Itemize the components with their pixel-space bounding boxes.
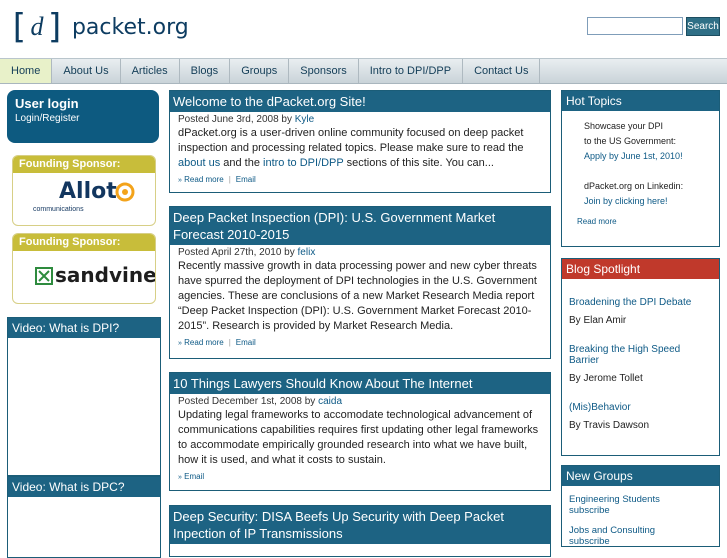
spotlight-author: By Travis Dawson xyxy=(569,420,650,431)
post-title[interactable]: Deep Security: DISA Beefs Up Security wi… xyxy=(170,506,550,544)
post-welcome: Welcome to the dPacket.org Site! Posted … xyxy=(169,90,551,193)
allot-sun-icon xyxy=(115,182,135,202)
post-author-link[interactable]: Kyle xyxy=(295,114,314,125)
email-link[interactable]: Email xyxy=(236,175,256,184)
spotlight-link[interactable]: Broadening the DPI Debate xyxy=(569,297,691,308)
hot-topics-title: Hot Topics xyxy=(562,91,719,111)
spotlight-link[interactable]: (Mis)Behavior xyxy=(569,402,631,413)
post-body-text: dPacket.org is a user-driven online comm… xyxy=(178,127,524,154)
sandvine-mark-icon xyxy=(35,267,53,285)
video-dpc-block: Video: What is DPC? xyxy=(7,476,161,558)
blog-spotlight-title: Blog Spotlight xyxy=(562,259,719,279)
nav-intro[interactable]: Intro to DPI/DPP xyxy=(359,59,464,83)
search-input[interactable] xyxy=(587,17,683,35)
post-date: Posted December 1st, 2008 by xyxy=(178,396,316,407)
post-meta: Posted April 27th, 2010 by felix xyxy=(170,245,550,258)
user-login-title: User login xyxy=(15,96,79,111)
nav-about-us[interactable]: About Us xyxy=(52,59,121,83)
post-title[interactable]: Welcome to the dPacket.org Site! xyxy=(170,91,550,112)
group-link[interactable]: Jobs and Consulting subscribe xyxy=(569,525,679,546)
new-groups-title: New Groups xyxy=(562,466,719,486)
post-meta: Posted December 1st, 2008 by caida xyxy=(170,394,550,407)
hot-topics-text: dPacket.org on Linkedin: xyxy=(584,181,684,191)
read-more-link[interactable]: Read more xyxy=(184,338,224,347)
read-more-link[interactable]: Read more xyxy=(184,175,224,184)
logo-name: packet.org xyxy=(71,14,189,40)
email-link[interactable]: Email xyxy=(184,472,204,481)
video-dpi-title: Video: What is DPI? xyxy=(8,318,160,338)
blog-spotlight-block: Blog Spotlight Broadening the DPI Debate… xyxy=(561,258,720,456)
hot-topics-text: Showcase your DPI xyxy=(584,121,664,131)
spotlight-item: (Mis)Behavior By Travis Dawson xyxy=(562,402,719,431)
post-title[interactable]: 10 Things Lawyers Should Know About The … xyxy=(170,373,550,394)
user-login-block: User login Login/Register xyxy=(7,90,159,143)
hot-topics-text: to the US Government: xyxy=(584,136,677,146)
nav-groups[interactable]: Groups xyxy=(230,59,290,83)
post-body: Updating legal frameworks to accomodate … xyxy=(178,409,539,466)
email-link[interactable]: Email xyxy=(236,338,256,347)
read-more-arrow-icon: » xyxy=(178,177,182,184)
post-body-text: sections of this site. You can... xyxy=(346,157,494,169)
post-links: » Email xyxy=(170,468,550,487)
nav-contact-us[interactable]: Contact Us xyxy=(463,59,541,83)
email-arrow-icon: » xyxy=(178,474,182,481)
login-register-link[interactable]: Login/Register xyxy=(15,113,79,124)
post-links: » Read more | Email xyxy=(178,175,256,184)
nav-blogs[interactable]: Blogs xyxy=(180,59,231,83)
search-button[interactable]: Search xyxy=(686,17,720,36)
nav-home[interactable]: Home xyxy=(0,59,53,83)
hot-topics-content: Showcase your DPI to the US Government: … xyxy=(562,111,719,209)
post-author-link[interactable]: caida xyxy=(318,396,342,407)
allot-logo: Allot communications xyxy=(13,173,155,223)
post-body: Recently massive growth in data processi… xyxy=(178,260,537,332)
group-link[interactable]: Engineering Students subscribe xyxy=(569,494,679,516)
post-lawyers: 10 Things Lawyers Should Know About The … xyxy=(169,372,551,491)
sandvine-logo: sandvine xyxy=(13,251,155,301)
post-links: » Read more | Email xyxy=(178,338,256,347)
sponsor-head: Founding Sponsor: xyxy=(13,156,155,173)
nav-articles[interactable]: Articles xyxy=(121,59,180,83)
hot-topics-block: Hot Topics Showcase your DPI to the US G… xyxy=(561,90,720,247)
logo-bracket-right: ] xyxy=(45,7,66,47)
site-logo[interactable]: [ d ] packet.org xyxy=(8,10,189,44)
allot-brand: Allot xyxy=(59,179,117,204)
video-dpc-title: Video: What is DPC? xyxy=(8,477,160,497)
read-more-arrow-icon: » xyxy=(178,340,182,347)
post-dpi-forecast: Deep Packet Inspection (DPI): U.S. Gover… xyxy=(169,206,551,359)
sponsor-allot[interactable]: Founding Sponsor: Allot communications xyxy=(12,155,156,226)
sandvine-brand: sandvine xyxy=(55,263,156,287)
spotlight-item: Breaking the High Speed Barrier By Jerom… xyxy=(562,344,719,384)
post-date: Posted April 27th, 2010 by xyxy=(178,247,295,258)
post-meta: Posted June 3rd, 2008 by Kyle xyxy=(170,112,550,125)
hot-topics-read-more-link[interactable]: Read more xyxy=(577,217,617,226)
post-body-text: and the xyxy=(223,157,260,169)
apply-link[interactable]: Apply by June 1st, 2010! xyxy=(584,151,683,161)
main-nav: Home About Us Articles Blogs Groups Spon… xyxy=(0,58,727,84)
nav-sponsors[interactable]: Sponsors xyxy=(289,59,359,83)
intro-link[interactable]: intro to DPI/DPP xyxy=(263,157,344,169)
post-date: Posted June 3rd, 2008 by xyxy=(178,114,292,125)
spotlight-item: Broadening the DPI Debate By Elan Amir xyxy=(562,297,719,326)
post-disa: Deep Security: DISA Beefs Up Security wi… xyxy=(169,505,551,557)
post-title[interactable]: Deep Packet Inspection (DPI): U.S. Gover… xyxy=(170,207,550,245)
logo-bracket-left: [ xyxy=(8,7,29,47)
spotlight-link[interactable]: Breaking the High Speed Barrier xyxy=(569,344,680,366)
about-us-link[interactable]: about us xyxy=(178,157,220,169)
site-header: [ d ] packet.org Search xyxy=(0,0,727,58)
new-groups-block: New Groups Engineering Students subscrib… xyxy=(561,465,720,547)
spotlight-author: By Elan Amir xyxy=(569,315,627,326)
sponsor-head: Founding Sponsor: xyxy=(13,234,155,251)
video-dpi-block: Video: What is DPI? xyxy=(7,317,161,476)
post-author-link[interactable]: felix xyxy=(298,247,316,258)
post-body: dPacket.org is a user-driven online comm… xyxy=(170,125,550,171)
sponsor-sandvine[interactable]: Founding Sponsor: sandvine xyxy=(12,233,156,304)
allot-tagline: communications xyxy=(33,206,84,213)
linkedin-join-link[interactable]: Join by clicking here! xyxy=(584,196,668,206)
spotlight-author: By Jerome Tollet xyxy=(569,373,643,384)
logo-d: d xyxy=(30,12,44,41)
